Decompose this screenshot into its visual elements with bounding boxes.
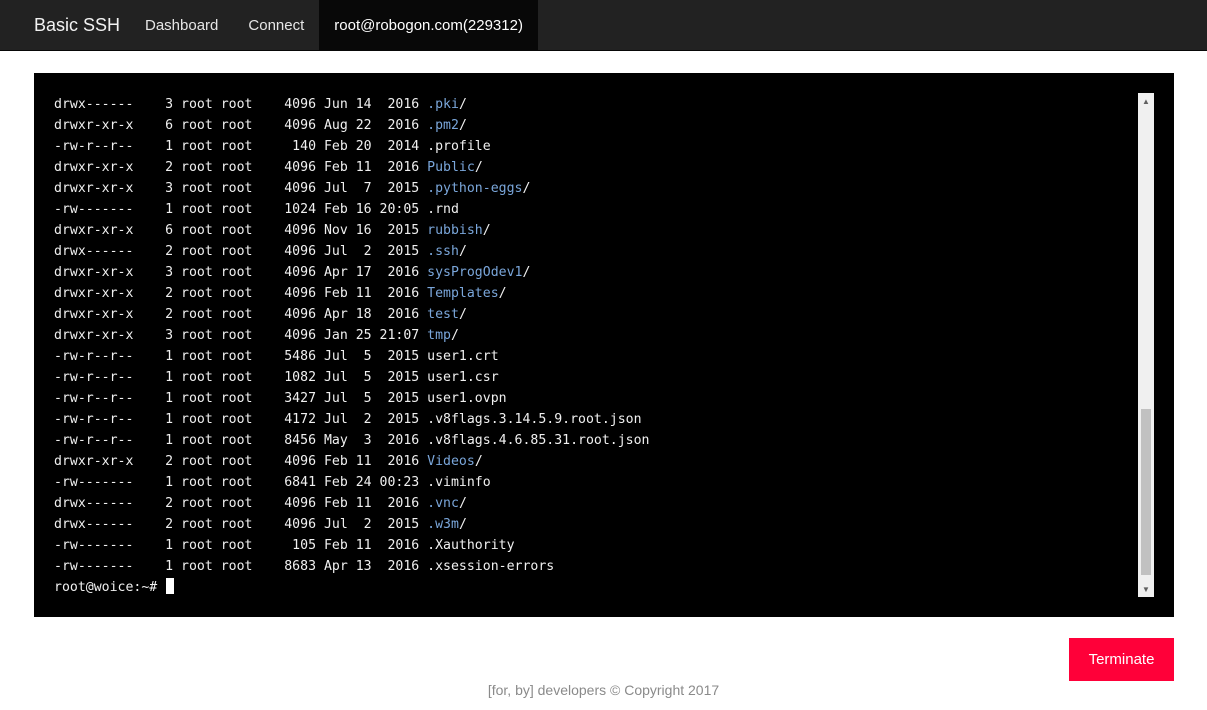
- file-info: -rw-r--r-- 1 root root 4172 Jul 2 2015: [54, 412, 428, 427]
- file-info: -rw-r--r-- 1 root root 1082 Jul 5 2015: [54, 370, 428, 385]
- file-name: .v8flags.3.14.5.9.root.json: [427, 412, 642, 427]
- terminal-line: -rw-r--r-- 1 root root 5486 Jul 5 2015 u…: [54, 346, 1134, 367]
- file-info: drwxr-xr-x 6 root root 4096 Aug 22 2016: [54, 118, 428, 133]
- terminal-line: -rw-r--r-- 1 root root 8456 May 3 2016 .…: [54, 430, 1134, 451]
- scroll-down-arrow-icon[interactable]: ▼: [1138, 581, 1154, 597]
- terminal-cursor: [166, 578, 175, 594]
- terminal-line: -rw-r--r-- 1 root root 3427 Jul 5 2015 u…: [54, 388, 1134, 409]
- path-suffix: /: [451, 328, 459, 343]
- path-suffix: /: [482, 223, 491, 238]
- file-info: drwxr-xr-x 3 root root 4096 Jan 25 21:07: [54, 328, 428, 343]
- directory-name: rubbish: [427, 223, 483, 238]
- directory-name: .pm2: [427, 118, 459, 133]
- terminal-scrollbar[interactable]: ▲ ▼: [1138, 93, 1154, 597]
- file-info: -rw------- 1 root root 8683 Apr 13 2016: [54, 559, 428, 574]
- file-info: drwx------ 2 root root 4096 Feb 11 2016: [54, 496, 428, 511]
- nav-item-session[interactable]: root@robogon.com(229312): [319, 0, 538, 50]
- terminal-line: -rw-r--r-- 1 root root 140 Feb 20 2014 .…: [54, 136, 1134, 157]
- scrollbar-thumb[interactable]: [1141, 409, 1151, 575]
- terminal-line: drwxr-xr-x 6 root root 4096 Aug 22 2016 …: [54, 115, 1134, 136]
- nav-item-dashboard[interactable]: Dashboard: [130, 0, 233, 50]
- file-name: .xsession-errors: [427, 559, 555, 574]
- terminal-line: -rw-r--r-- 1 root root 4172 Jul 2 2015 .…: [54, 409, 1134, 430]
- terminal-line: drwxr-xr-x 6 root root 4096 Nov 16 2015 …: [54, 220, 1134, 241]
- directory-name: sysProgOdev1: [427, 265, 523, 280]
- file-name: .rnd: [427, 202, 459, 217]
- file-info: -rw-r--r-- 1 root root 5486 Jul 5 2015: [54, 349, 428, 364]
- file-info: -rw------- 1 root root 1024 Feb 16 20:05: [54, 202, 428, 217]
- path-suffix: /: [458, 118, 467, 133]
- file-name: user1.csr: [427, 370, 499, 385]
- directory-name: .pki: [427, 97, 459, 112]
- scroll-up-arrow-icon[interactable]: ▲: [1138, 93, 1154, 109]
- file-name: .profile: [427, 139, 491, 154]
- path-suffix: /: [522, 265, 531, 280]
- file-name: .v8flags.4.6.85.31.root.json: [427, 433, 650, 448]
- terminal-line: -rw------- 1 root root 1024 Feb 16 20:05…: [54, 199, 1134, 220]
- terminal-line: drwx------ 2 root root 4096 Jul 2 2015 .…: [54, 241, 1134, 262]
- terminal-line: drwxr-xr-x 3 root root 4096 Jul 7 2015 .…: [54, 178, 1134, 199]
- terminal-output: drwx------ 3 root root 4096 Jun 14 2016 …: [54, 94, 1134, 598]
- path-suffix: /: [458, 517, 467, 532]
- directory-name: .w3m: [427, 517, 459, 532]
- directory-name: Templates: [427, 286, 499, 301]
- path-suffix: /: [498, 286, 507, 301]
- terminal-line: drwxr-xr-x 2 root root 4096 Feb 11 2016 …: [54, 283, 1134, 304]
- file-info: drwxr-xr-x 2 root root 4096 Feb 11 2016: [54, 160, 428, 175]
- terminal-line: drwx------ 2 root root 4096 Feb 11 2016 …: [54, 493, 1134, 514]
- path-suffix: /: [474, 160, 483, 175]
- file-name: user1.crt: [427, 349, 499, 364]
- terminal-line: drwx------ 2 root root 4096 Jul 2 2015 .…: [54, 514, 1134, 535]
- file-info: drwx------ 2 root root 4096 Jul 2 2015: [54, 244, 428, 259]
- file-name: user1.ovpn: [427, 391, 507, 406]
- terminal-line: drwxr-xr-x 2 root root 4096 Feb 11 2016 …: [54, 451, 1134, 472]
- file-info: -rw-r--r-- 1 root root 3427 Jul 5 2015: [54, 391, 428, 406]
- path-suffix: /: [522, 181, 531, 196]
- terminal-line: -rw------- 1 root root 8683 Apr 13 2016 …: [54, 556, 1134, 577]
- brand-link[interactable]: Basic SSH: [0, 0, 130, 50]
- directory-name: .ssh: [427, 244, 459, 259]
- file-name: .Xauthority: [427, 538, 515, 553]
- path-suffix: /: [458, 244, 467, 259]
- directory-name: test: [427, 307, 459, 322]
- terminal-line: -rw------- 1 root root 105 Feb 11 2016 .…: [54, 535, 1134, 556]
- file-info: -rw------- 1 root root 105 Feb 11 2016: [54, 538, 428, 553]
- terminal-line: drwxr-xr-x 2 root root 4096 Feb 11 2016 …: [54, 157, 1134, 178]
- directory-name: Public: [427, 160, 475, 175]
- path-suffix: /: [458, 496, 467, 511]
- shell-prompt: root@woice:~#: [54, 580, 166, 595]
- file-info: drwxr-xr-x 2 root root 4096 Apr 18 2016: [54, 307, 428, 322]
- nav-item-connect[interactable]: Connect: [233, 0, 319, 50]
- directory-name: Videos: [427, 454, 475, 469]
- file-info: drwxr-xr-x 3 root root 4096 Apr 17 2016: [54, 265, 428, 280]
- terminal-line: drwxr-xr-x 3 root root 4096 Apr 17 2016 …: [54, 262, 1134, 283]
- terminal-window[interactable]: drwx------ 3 root root 4096 Jun 14 2016 …: [34, 73, 1174, 617]
- file-info: drwx------ 3 root root 4096 Jun 14 2016: [54, 97, 428, 112]
- terminate-button[interactable]: Terminate: [1069, 638, 1174, 681]
- file-info: drwxr-xr-x 6 root root 4096 Nov 16 2015: [54, 223, 428, 238]
- file-info: drwxr-xr-x 3 root root 4096 Jul 7 2015: [54, 181, 428, 196]
- file-info: drwx------ 2 root root 4096 Jul 2 2015: [54, 517, 428, 532]
- file-info: drwxr-xr-x 2 root root 4096 Feb 11 2016: [54, 454, 428, 469]
- directory-name: .vnc: [427, 496, 459, 511]
- directory-name: tmp: [427, 328, 451, 343]
- path-suffix: /: [458, 307, 467, 322]
- terminal-line: drwxr-xr-x 3 root root 4096 Jan 25 21:07…: [54, 325, 1134, 346]
- terminal-line: drwxr-xr-x 2 root root 4096 Apr 18 2016 …: [54, 304, 1134, 325]
- file-info: drwxr-xr-x 2 root root 4096 Feb 11 2016: [54, 286, 428, 301]
- top-navbar: Basic SSH Dashboard Connect root@robogon…: [0, 0, 1207, 51]
- directory-name: .python-eggs: [427, 181, 523, 196]
- terminal-line: drwx------ 3 root root 4096 Jun 14 2016 …: [54, 94, 1134, 115]
- terminal-line: -rw-r--r-- 1 root root 1082 Jul 5 2015 u…: [54, 367, 1134, 388]
- file-name: .viminfo: [427, 475, 491, 490]
- file-info: -rw-r--r-- 1 root root 140 Feb 20 2014: [54, 139, 428, 154]
- file-info: -rw-r--r-- 1 root root 8456 May 3 2016: [54, 433, 428, 448]
- path-suffix: /: [458, 97, 467, 112]
- path-suffix: /: [474, 454, 483, 469]
- terminal-line: -rw------- 1 root root 6841 Feb 24 00:23…: [54, 472, 1134, 493]
- footer-copyright: [for, by] developers © Copyright 2017: [487, 682, 720, 698]
- file-info: -rw------- 1 root root 6841 Feb 24 00:23: [54, 475, 428, 490]
- prompt-line[interactable]: root@woice:~#: [54, 577, 1134, 598]
